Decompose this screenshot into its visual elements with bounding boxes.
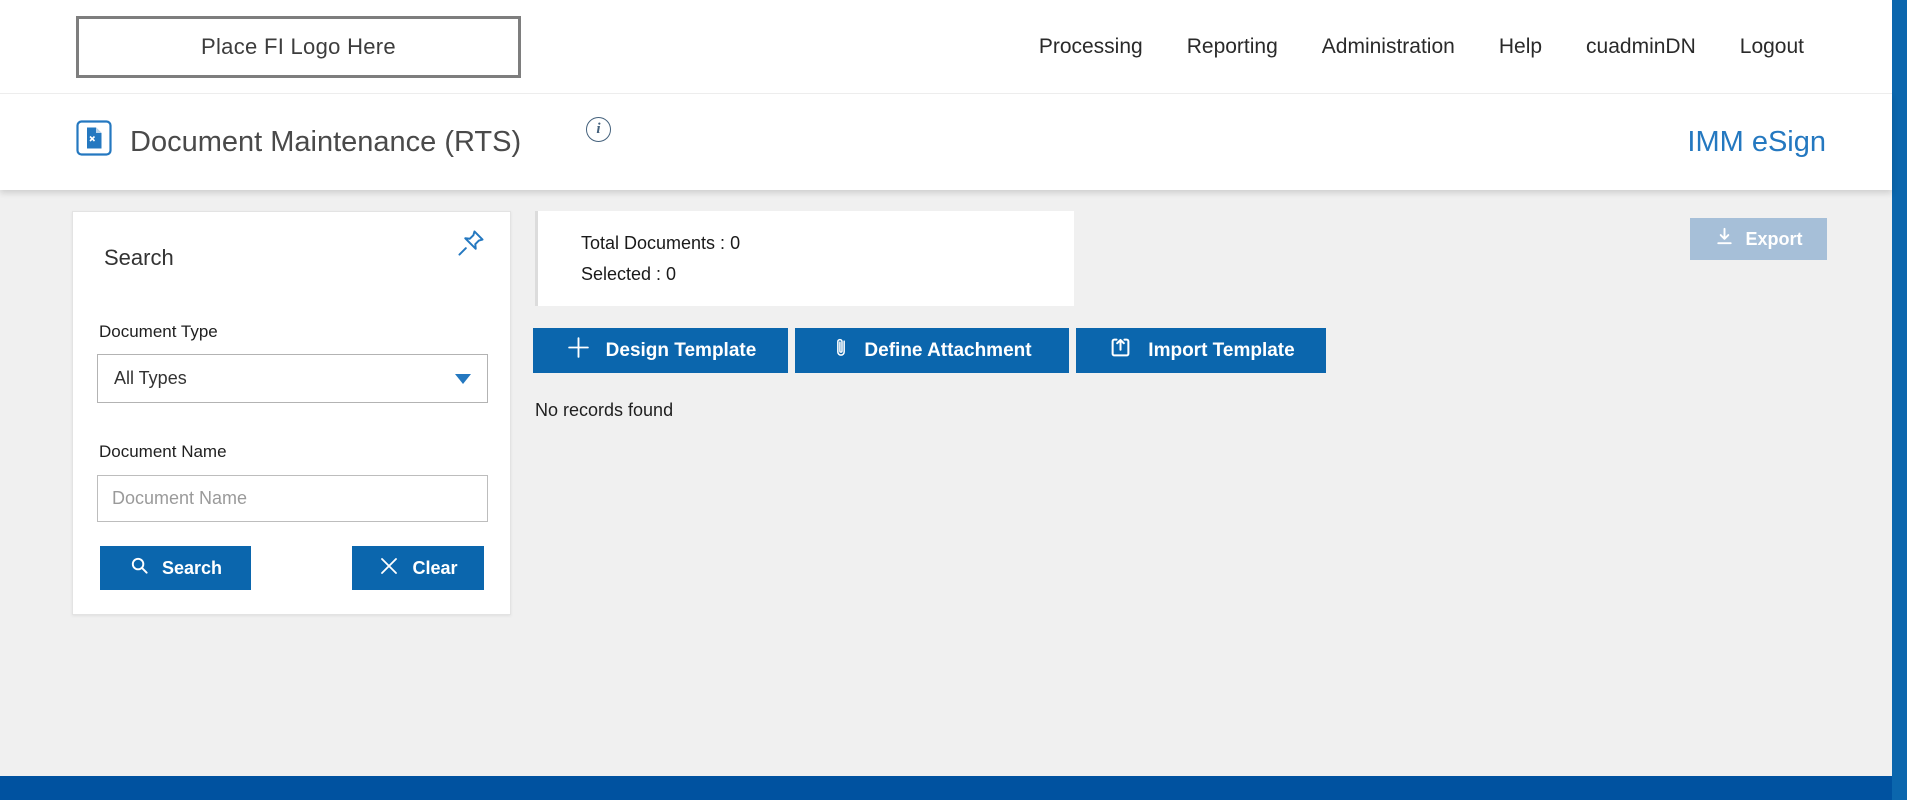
design-template-button[interactable]: Design Template bbox=[533, 328, 788, 373]
import-template-button[interactable]: Import Template bbox=[1076, 328, 1326, 373]
search-panel-title: Search bbox=[104, 245, 174, 271]
export-button[interactable]: Export bbox=[1690, 218, 1827, 260]
nav-reporting[interactable]: Reporting bbox=[1187, 35, 1278, 59]
download-icon bbox=[1714, 226, 1735, 252]
import-icon bbox=[1107, 334, 1134, 367]
document-maintenance-icon bbox=[76, 120, 112, 156]
document-name-label: Document Name bbox=[99, 442, 227, 462]
document-type-select[interactable]: All Types bbox=[97, 354, 488, 403]
search-icon bbox=[129, 555, 150, 581]
search-panel: Search Document Type All Types Document … bbox=[72, 211, 511, 615]
main-nav: Processing Reporting Administration Help… bbox=[1039, 0, 1804, 94]
chevron-down-icon bbox=[455, 374, 471, 384]
selected-count: Selected : 0 bbox=[581, 259, 1074, 290]
clear-button-label: Clear bbox=[412, 558, 457, 579]
info-glyph: i bbox=[596, 121, 600, 138]
page-header: Document Maintenance (RTS) i IMM eSign bbox=[0, 94, 1892, 190]
nav-help[interactable]: Help bbox=[1499, 35, 1542, 59]
nav-processing[interactable]: Processing bbox=[1039, 35, 1143, 59]
total-documents-count: Total Documents : 0 bbox=[581, 228, 1074, 259]
template-actions: Design Template Define Attachment I bbox=[533, 328, 1326, 373]
info-icon[interactable]: i bbox=[586, 117, 611, 142]
search-button[interactable]: Search bbox=[100, 546, 251, 590]
app-window: Place FI Logo Here Processing Reporting … bbox=[0, 0, 1892, 800]
pin-icon[interactable] bbox=[456, 228, 486, 258]
right-accent-strip bbox=[1892, 0, 1907, 800]
paperclip-icon bbox=[832, 334, 850, 367]
no-records-message: No records found bbox=[535, 400, 673, 421]
define-attachment-button[interactable]: Define Attachment bbox=[795, 328, 1069, 373]
documents-summary: Total Documents : 0 Selected : 0 bbox=[535, 211, 1074, 306]
nav-logout[interactable]: Logout bbox=[1740, 35, 1804, 59]
nav-user-cuadmindn[interactable]: cuadminDN bbox=[1586, 35, 1696, 59]
document-type-value: All Types bbox=[114, 368, 455, 389]
footer-bar bbox=[0, 776, 1892, 800]
export-button-label: Export bbox=[1745, 229, 1802, 250]
close-icon bbox=[378, 555, 400, 582]
content-area: Search Document Type All Types Document … bbox=[0, 190, 1892, 776]
import-template-label: Import Template bbox=[1148, 340, 1294, 362]
define-attachment-label: Define Attachment bbox=[864, 340, 1031, 362]
clear-button[interactable]: Clear bbox=[352, 546, 484, 590]
design-template-label: Design Template bbox=[606, 340, 757, 362]
document-type-label: Document Type bbox=[99, 322, 218, 342]
fi-logo-text: Place FI Logo Here bbox=[201, 34, 396, 60]
top-navigation-bar: Place FI Logo Here Processing Reporting … bbox=[0, 0, 1892, 94]
nav-administration[interactable]: Administration bbox=[1322, 35, 1455, 59]
page-title: Document Maintenance (RTS) bbox=[130, 122, 521, 162]
fi-logo-placeholder: Place FI Logo Here bbox=[76, 16, 521, 78]
document-name-input[interactable] bbox=[97, 475, 488, 522]
plus-icon bbox=[565, 334, 592, 367]
search-button-label: Search bbox=[162, 558, 222, 579]
brand-imm-esign: IMM eSign bbox=[1687, 122, 1826, 162]
